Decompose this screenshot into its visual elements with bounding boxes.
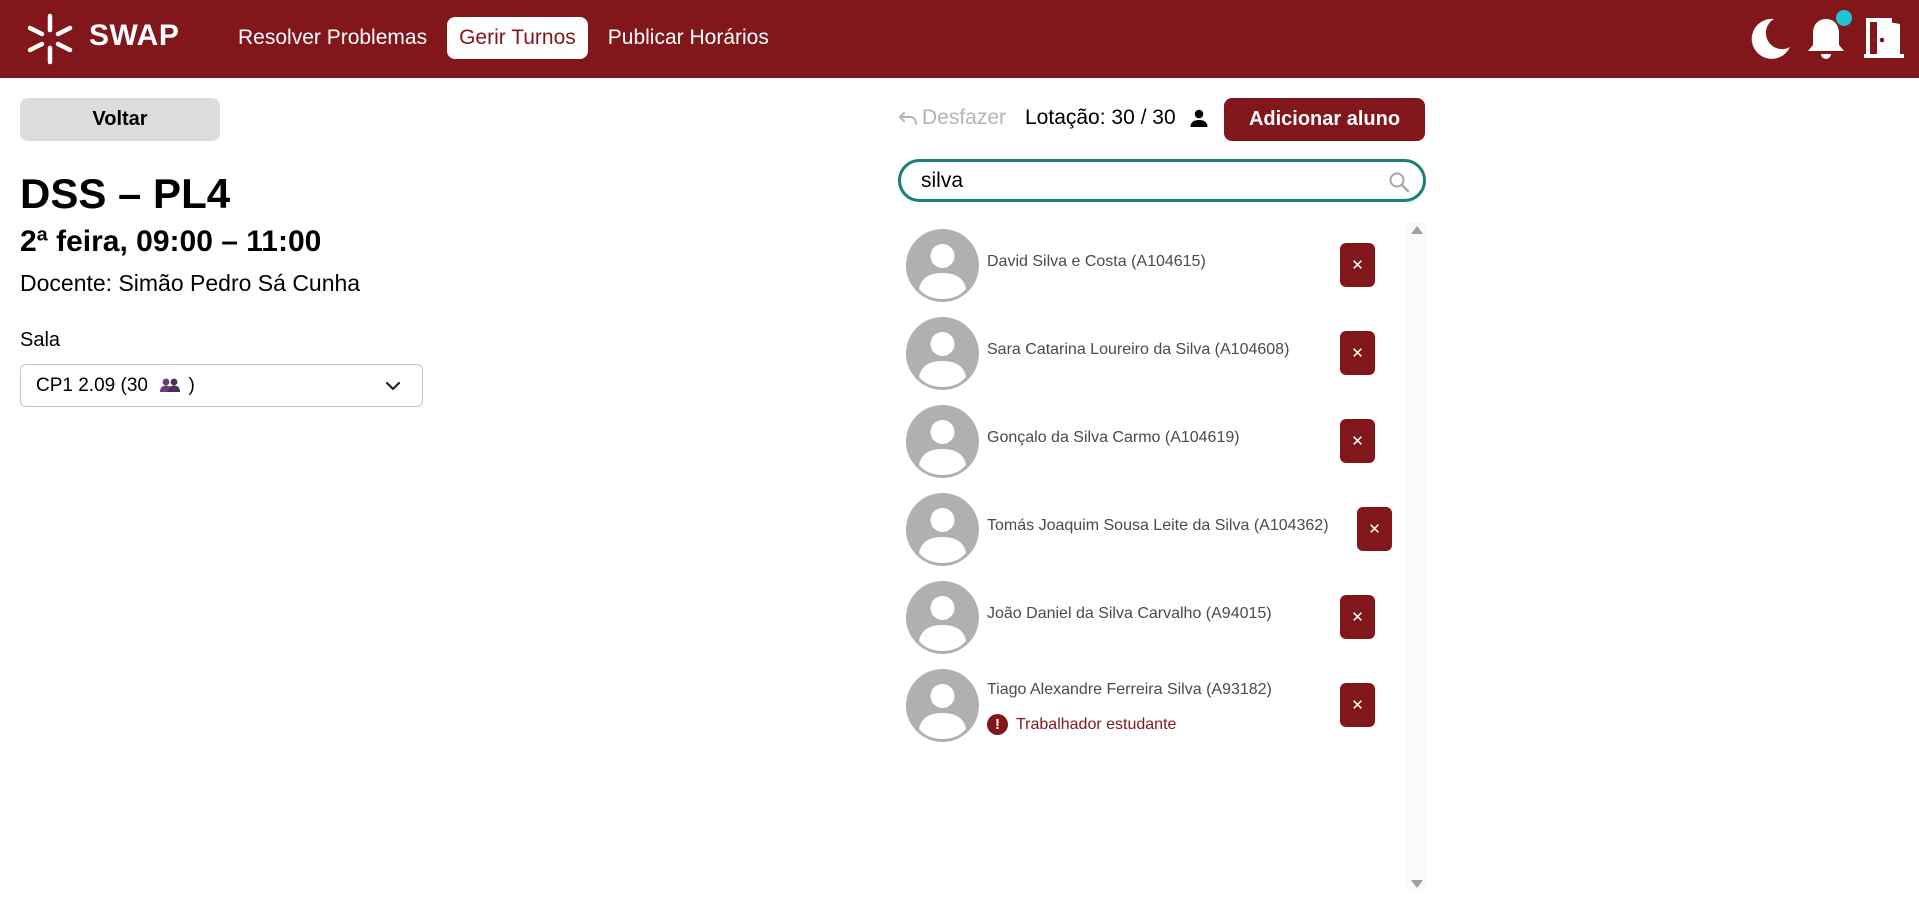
undo-button[interactable]: Desfazer: [898, 106, 1006, 130]
shift-schedule: 2ª feira, 09:00 – 11:00: [20, 225, 322, 258]
nav-resolver-problemas[interactable]: Resolver Problemas: [226, 17, 439, 59]
student-list: David Silva e Costa (A104615) ✕ Sara Cat…: [898, 222, 1426, 892]
list-item: João Daniel da Silva Carvalho (A94015) ✕: [898, 581, 1398, 657]
warning-text: Trabalhador estudante: [1016, 715, 1177, 733]
shift-title: DSS – PL4: [20, 170, 231, 217]
scroll-up-arrow-icon[interactable]: [1411, 226, 1423, 234]
remove-student-button[interactable]: ✕: [1340, 683, 1375, 727]
people-icon: [160, 378, 181, 392]
nav-gerir-turnos[interactable]: Gerir Turnos: [447, 17, 588, 59]
student-warning: ! Trabalhador estudante: [987, 714, 1176, 735]
capacity-text: Lotação: 30 / 30: [1025, 106, 1176, 129]
list-item: Sara Catarina Loureiro da Silva (A104608…: [898, 317, 1398, 393]
notification-badge: [1836, 10, 1852, 26]
remove-student-button[interactable]: ✕: [1340, 331, 1375, 375]
remove-student-button[interactable]: ✕: [1340, 595, 1375, 639]
main-nav: Resolver Problemas Gerir Turnos Publicar…: [226, 17, 789, 59]
student-name: Tiago Alexandre Ferreira Silva (A93182): [987, 681, 1272, 698]
remove-student-button[interactable]: ✕: [1340, 243, 1375, 287]
undo-icon: [899, 112, 917, 125]
list-item: Tiago Alexandre Ferreira Silva (A93182) …: [898, 669, 1398, 745]
swap-logo-icon: [27, 13, 73, 65]
room-value-text: CP1 2.09 (30: [36, 375, 148, 396]
search-input[interactable]: [921, 168, 1381, 194]
list-scrollbar[interactable]: [1406, 222, 1426, 892]
room-select-value: CP1 2.09 (30 ): [36, 375, 195, 397]
brand-name[interactable]: SWAP: [89, 19, 179, 53]
student-name: David Silva e Costa (A104615): [987, 253, 1206, 270]
student-name: João Daniel da Silva Carvalho (A94015): [987, 605, 1272, 622]
avatar-icon: [906, 581, 979, 654]
back-button[interactable]: Voltar: [20, 98, 220, 141]
room-value-close: ): [188, 375, 195, 396]
moon-icon[interactable]: [1746, 14, 1794, 62]
student-name: Sara Catarina Loureiro da Silva (A104608…: [987, 341, 1290, 358]
capacity-indicator: Lotação: 30 / 30: [1025, 106, 1210, 130]
nav-publicar-horarios[interactable]: Publicar Horários: [596, 17, 781, 59]
teacher-name: Docente: Simão Pedro Sá Cunha: [20, 270, 361, 296]
room-label: Sala: [20, 329, 61, 351]
chevron-down-icon: [385, 381, 401, 391]
student-search: [898, 159, 1426, 202]
remove-student-button[interactable]: ✕: [1357, 507, 1392, 551]
avatar-icon: [906, 317, 979, 390]
search-icon[interactable]: [1387, 170, 1411, 194]
alert-icon: !: [987, 714, 1008, 735]
student-name: Tomás Joaquim Sousa Leite da Silva (A104…: [987, 517, 1329, 534]
person-icon: [1190, 109, 1208, 127]
avatar-icon: [906, 493, 979, 566]
list-item: Tomás Joaquim Sousa Leite da Silva (A104…: [898, 493, 1398, 569]
room-select[interactable]: CP1 2.09 (30 ): [20, 364, 423, 407]
undo-label: Desfazer: [922, 106, 1007, 129]
scroll-down-arrow-icon[interactable]: [1411, 880, 1423, 888]
logout-door-icon[interactable]: [1860, 14, 1908, 62]
top-navigation-bar: SWAP Resolver Problemas Gerir Turnos Pub…: [0, 0, 1919, 78]
add-student-button[interactable]: Adicionar aluno: [1224, 98, 1425, 141]
list-item: David Silva e Costa (A104615) ✕: [898, 229, 1398, 305]
avatar-icon: [906, 405, 979, 478]
remove-student-button[interactable]: ✕: [1340, 419, 1375, 463]
avatar-icon: [906, 229, 979, 302]
avatar-icon: [906, 669, 979, 742]
list-item: Gonçalo da Silva Carmo (A104619) ✕: [898, 405, 1398, 481]
student-name: Gonçalo da Silva Carmo (A104619): [987, 429, 1240, 446]
